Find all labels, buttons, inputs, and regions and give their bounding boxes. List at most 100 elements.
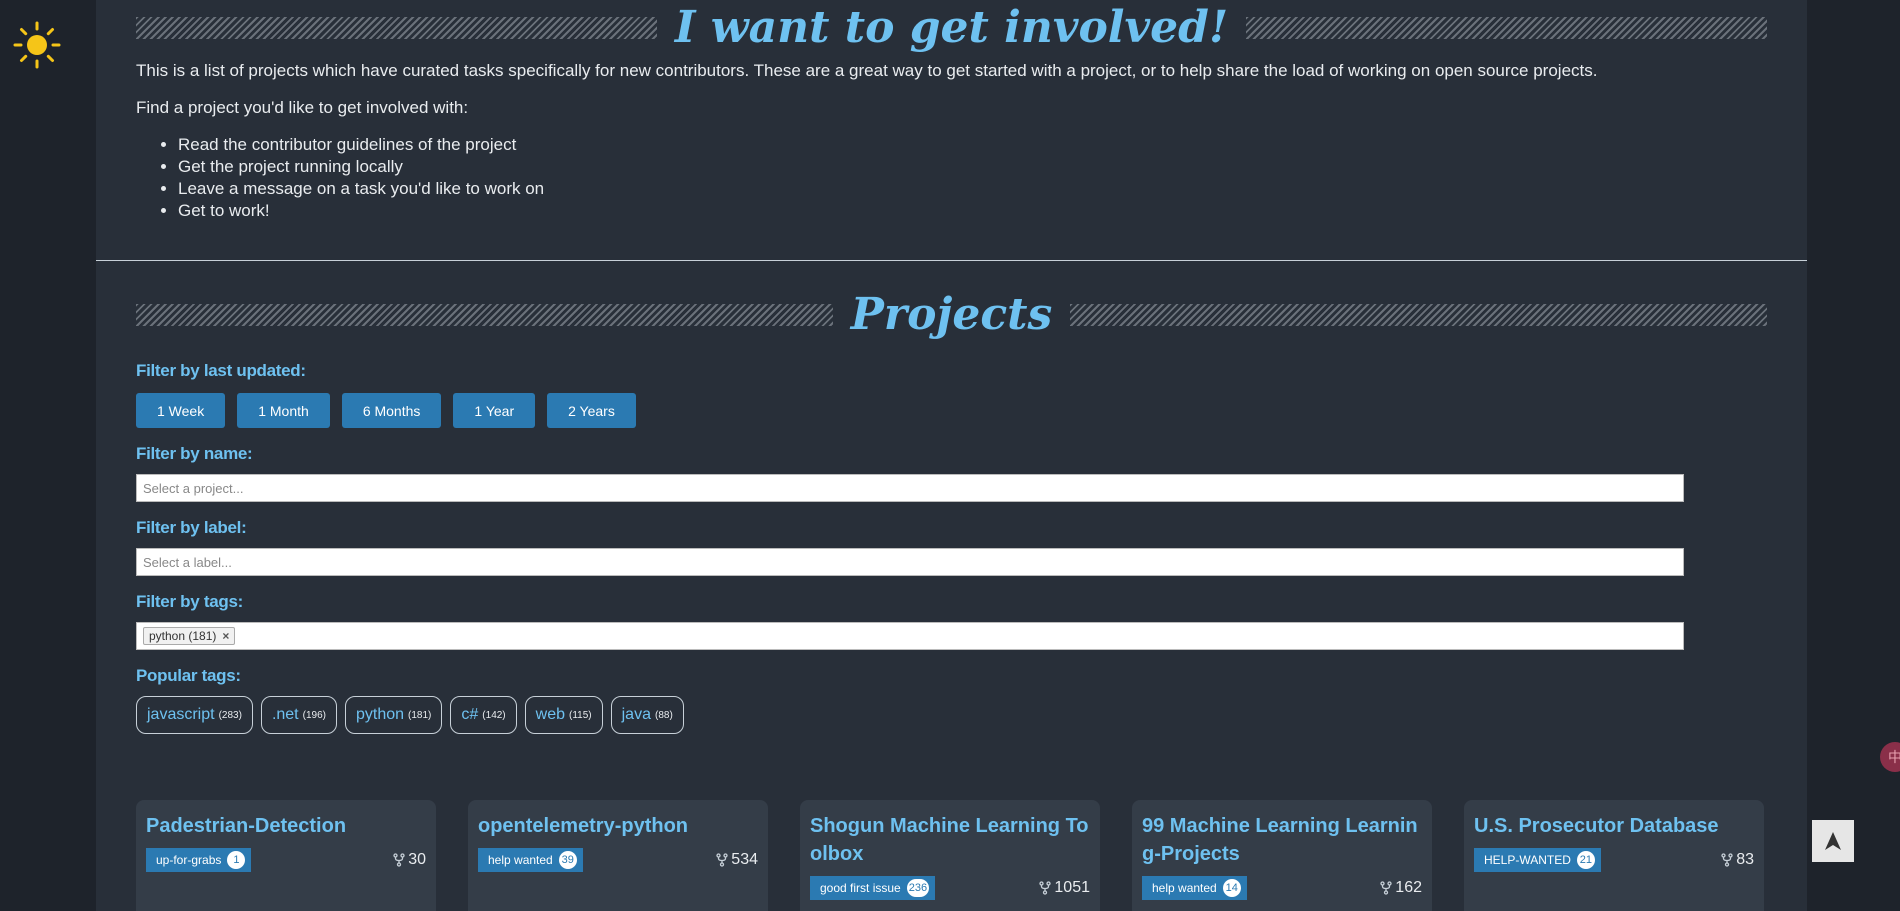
fork-icon — [716, 853, 728, 867]
project-card-meta: help wanted 39 534 — [478, 848, 758, 872]
fork-icon — [1039, 881, 1052, 895]
intro-description: This is a list of projects which have cu… — [136, 61, 1598, 80]
project-card: opentelemetry-python help wanted 39 534 — [468, 800, 768, 911]
label-count: 1 — [227, 851, 246, 869]
tag-name: .net — [271, 706, 299, 723]
project-title-link[interactable]: Padestrian-Detection — [146, 815, 346, 837]
project-title-link[interactable]: opentelemetry-python — [478, 815, 688, 837]
fork-count: 534 — [715, 851, 758, 869]
steps-intro: Find a project you'd like to get involve… — [136, 98, 469, 117]
fork-count-value: 1051 — [1054, 879, 1090, 896]
tag-count: (181) — [408, 709, 432, 721]
project-card-meta: help wanted 14 162 — [1142, 876, 1422, 900]
header-hatch-right — [1070, 304, 1768, 326]
tag-count: (115) — [569, 709, 592, 721]
fork-count: 162 — [1379, 879, 1422, 897]
filter-label-field[interactable] — [136, 548, 1684, 576]
tag-count: (142) — [482, 709, 506, 721]
filter-1-week-button[interactable]: 1 Week — [136, 393, 226, 428]
project-title-link[interactable]: Shogun Machine Learning Toolbox — [810, 815, 1089, 865]
filter-label-label: Filter by label: — [136, 518, 247, 537]
tag-name: web — [535, 706, 566, 723]
step-item: Get the project running locally — [178, 156, 1767, 178]
label-count: 14 — [1222, 879, 1241, 897]
project-label-badge[interactable]: help wanted 14 — [1142, 876, 1247, 900]
filter-6-months-button[interactable]: 6 Months — [341, 393, 442, 428]
project-card-meta: HELP-WANTED 21 83 — [1474, 848, 1754, 872]
label-count: 39 — [558, 851, 577, 869]
tag-name: c# — [461, 706, 479, 723]
popular-tag-dotnet[interactable]: .net (196) — [260, 696, 337, 734]
fork-count-value: 162 — [1395, 879, 1422, 896]
popular-tags: javascript (283) .net (196) python (181) c#… — [136, 696, 1767, 734]
fork-count: 30 — [392, 851, 426, 869]
header-hatch-left — [136, 17, 657, 39]
project-label-badge[interactable]: good first issue 236 — [810, 876, 936, 900]
filter-name-input[interactable] — [143, 480, 1677, 496]
tag-name: javascript — [147, 706, 215, 723]
project-card-meta: good first issue 236 1051 — [810, 876, 1090, 900]
header-hatch-left — [136, 304, 833, 326]
remove-tag-icon[interactable]: × — [222, 629, 229, 643]
popular-tag-python[interactable]: python (181) — [344, 696, 443, 734]
filter-2-years-button[interactable]: 2 Years — [547, 393, 636, 428]
fork-count-value: 534 — [731, 851, 758, 868]
filter-name-label: Filter by name: — [136, 444, 253, 463]
side-widget-bubble[interactable]: 中 — [1880, 742, 1900, 772]
projects-header: Projects — [136, 287, 1768, 343]
label-name: help wanted — [1152, 881, 1217, 895]
tag-count: (88) — [654, 709, 673, 721]
fork-count-value: 30 — [408, 851, 426, 868]
intro-title: I want to get involved! — [674, 2, 1229, 53]
projects-section: Projects Filter by last updated: 1 Week … — [96, 287, 1807, 911]
project-card-meta: up-for-grabs 1 30 — [146, 848, 426, 872]
selected-tag-text: python (181) — [149, 629, 217, 643]
fork-count: 1051 — [1038, 879, 1090, 897]
popular-tag-csharp[interactable]: c# (142) — [450, 696, 517, 734]
main-panel: I want to get involved! This is a list o… — [96, 0, 1807, 911]
project-cards: Padestrian-Detection up-for-grabs 1 30 op… — [136, 800, 1767, 911]
filter-1-year-button[interactable]: 1 Year — [453, 393, 536, 428]
filter-tags-input[interactable] — [241, 628, 1677, 644]
label-name: good first issue — [820, 881, 901, 895]
popular-tag-javascript[interactable]: javascript (283) — [136, 696, 253, 734]
popular-tag-web[interactable]: web (115) — [524, 696, 603, 734]
filter-name-field[interactable] — [136, 474, 1684, 502]
project-label-badge[interactable]: up-for-grabs 1 — [146, 848, 252, 872]
project-card: 99 Machine Learning Learning-Projects he… — [1132, 800, 1432, 911]
tag-name: java — [621, 706, 651, 723]
label-name: HELP-WANTED — [1484, 853, 1571, 867]
step-item: Leave a message on a task you'd like to … — [178, 178, 1767, 200]
step-item: Read the contributor guidelines of the p… — [178, 134, 1767, 156]
filter-updated-buttons: 1 Week 1 Month 6 Months 1 Year 2 Years — [136, 393, 1767, 428]
label-name: help wanted — [488, 853, 553, 867]
fork-count-value: 83 — [1736, 851, 1754, 868]
fork-count: 83 — [1720, 851, 1754, 869]
arrow-up-icon — [1825, 832, 1841, 850]
project-title-link[interactable]: 99 Machine Learning Learning-Projects — [1142, 815, 1418, 865]
project-title-link[interactable]: U.S. Prosecutor Database — [1474, 815, 1719, 837]
label-name: up-for-grabs — [156, 853, 222, 867]
header-hatch-right — [1246, 17, 1768, 39]
project-label-badge[interactable]: help wanted 39 — [478, 848, 583, 872]
popular-tag-java[interactable]: java (88) — [610, 696, 684, 734]
tag-name: python — [355, 706, 405, 723]
step-item: Get to work! — [178, 200, 1767, 222]
project-label-badge[interactable]: HELP-WANTED 21 — [1474, 848, 1601, 872]
theme-toggle-sun-icon[interactable] — [12, 20, 62, 70]
filter-label-input[interactable] — [143, 554, 1677, 570]
intro-header: I want to get involved! — [136, 0, 1768, 56]
popular-tags-label: Popular tags: — [136, 666, 241, 685]
filter-1-month-button[interactable]: 1 Month — [237, 393, 330, 428]
fork-icon — [393, 853, 405, 867]
project-card: U.S. Prosecutor Database HELP-WANTED 21 8… — [1464, 800, 1764, 911]
tag-count: (196) — [302, 709, 326, 721]
fork-icon — [1721, 853, 1733, 867]
label-count: 236 — [906, 879, 930, 897]
steps-list: Read the contributor guidelines of the p… — [178, 134, 1767, 222]
filter-tags-field[interactable]: python (181) × — [136, 622, 1684, 650]
tag-count: (283) — [218, 709, 242, 721]
project-card: Shogun Machine Learning Toolbox good fir… — [800, 800, 1100, 911]
scroll-to-top-button[interactable] — [1812, 820, 1854, 862]
project-card: Padestrian-Detection up-for-grabs 1 30 — [136, 800, 436, 911]
